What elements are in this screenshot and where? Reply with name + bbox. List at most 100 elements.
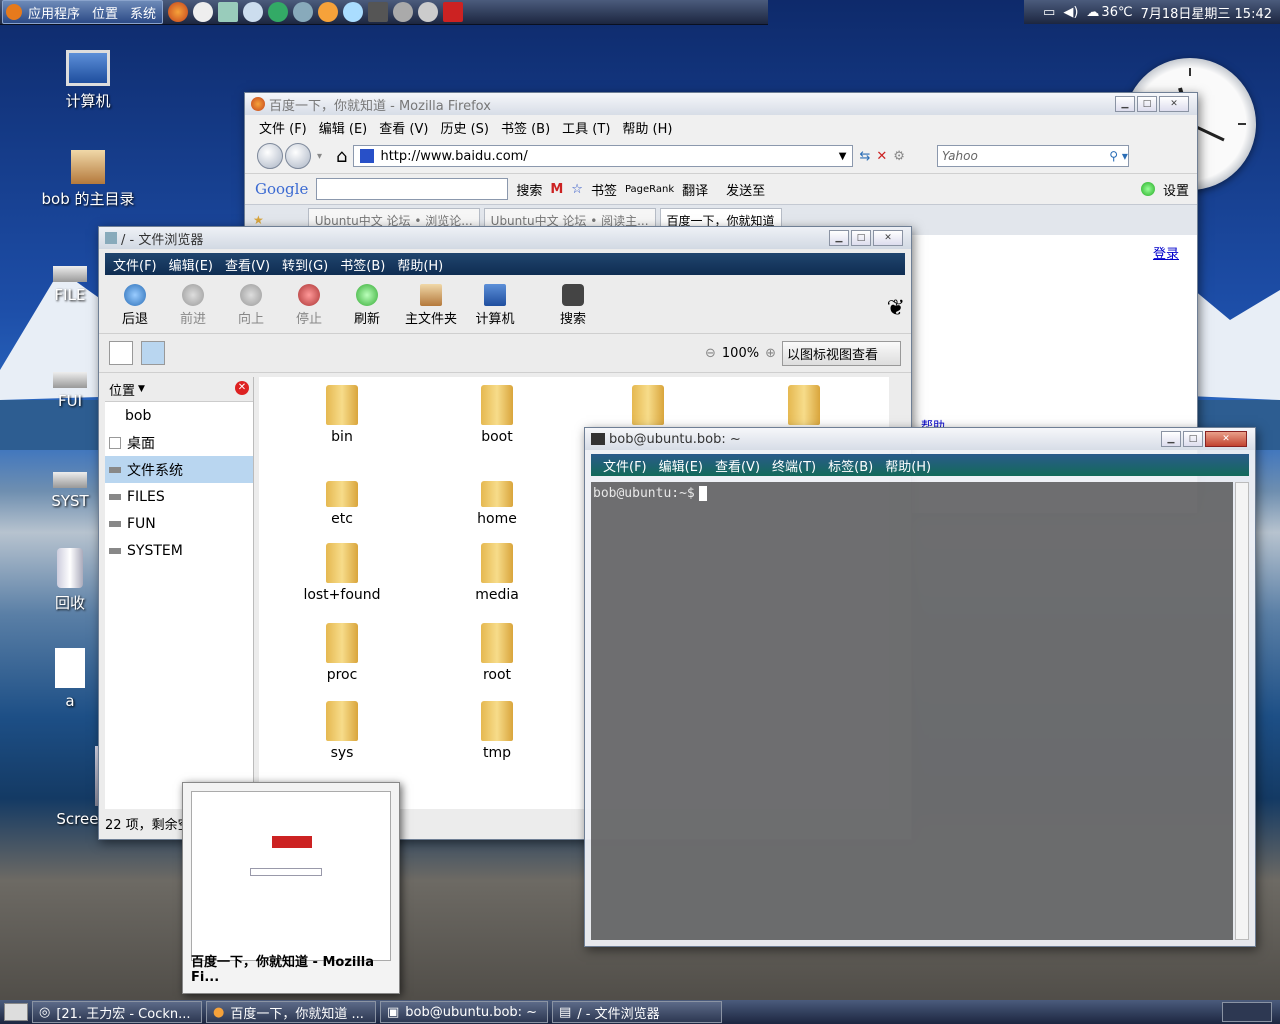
task-terminal[interactable]: ▣ bob@ubuntu.bob: ~ (380, 1001, 548, 1023)
minimize-button[interactable]: ▁ (829, 230, 849, 246)
menu-help[interactable]: 帮助(H) (391, 255, 449, 274)
menu-tools[interactable]: 工具 (T) (556, 118, 616, 137)
folder-item[interactable]: root (442, 623, 552, 683)
google-search-input[interactable] (316, 178, 509, 200)
folder-item[interactable]: proc (287, 623, 397, 683)
menu-history[interactable]: 历史 (S) (434, 118, 495, 137)
back-button[interactable] (257, 143, 283, 169)
folder-item[interactable]: bin (287, 385, 397, 445)
view-mode-select[interactable]: 以图标视图查看 (781, 340, 901, 366)
google-bookmarks-button[interactable]: 书签 (591, 180, 617, 199)
search-button[interactable]: 搜索 (547, 284, 599, 327)
minimize-button[interactable]: ▁ (1115, 96, 1135, 112)
menu-applications[interactable]: 应用程序 (22, 3, 86, 22)
terminal-titlebar[interactable]: bob@ubuntu.bob: ~ ▁ □ ✕ (585, 428, 1255, 450)
menu-file[interactable]: 文件 (F) (253, 118, 313, 137)
computer-button[interactable]: 计算机 (469, 284, 521, 327)
menu-tabs[interactable]: 标签(B) (822, 456, 879, 475)
send-to-button[interactable]: 发送至 (726, 180, 765, 199)
search-box[interactable]: Yahoo ⚲ ▾ (936, 145, 1129, 167)
folder-item[interactable]: etc (287, 481, 397, 527)
close-button[interactable]: ✕ (873, 230, 903, 246)
menu-help[interactable]: 帮助 (H) (616, 118, 678, 137)
keyboard-icon[interactable]: ▭ (1043, 5, 1055, 20)
zoom-level[interactable]: 100% (722, 346, 759, 361)
monitor-launcher-icon[interactable] (218, 2, 239, 22)
home-folder-button[interactable]: 主文件夹 (399, 284, 463, 327)
star-icon[interactable]: ☆ (571, 182, 583, 197)
google-settings-button[interactable]: 设置 (1163, 180, 1189, 199)
sidebar-item-filesystem[interactable]: 文件系统 (105, 456, 253, 483)
folder-item[interactable] (749, 385, 859, 429)
maximize-button[interactable]: □ (851, 230, 871, 246)
menu-places[interactable]: 位置 (86, 3, 124, 22)
edit-location-icon[interactable] (109, 341, 133, 365)
chat-launcher-icon[interactable] (343, 2, 364, 22)
zoom-in-icon[interactable]: ⊕ (765, 346, 776, 361)
forward-button[interactable] (285, 143, 311, 169)
folder-item[interactable]: lost+found (287, 543, 397, 603)
translate-button[interactable]: 翻译 (682, 180, 708, 199)
task-music-player[interactable]: ◎ [21. 王力宏 - Cockn... (32, 1001, 202, 1023)
folder-item[interactable]: sys (287, 701, 397, 761)
tools-launcher-icon[interactable] (393, 2, 414, 22)
network-launcher-icon[interactable] (243, 2, 264, 22)
menu-edit[interactable]: 编辑 (E) (313, 118, 374, 137)
menu-go[interactable]: 转到(G) (276, 255, 334, 274)
task-file-browser[interactable]: ▤ / - 文件浏览器 (552, 1001, 722, 1023)
gmail-icon[interactable]: M (550, 182, 563, 197)
folder-item[interactable]: media (442, 543, 552, 603)
desktop-icon-home[interactable]: bob 的主目录 (38, 150, 138, 209)
terminal-output[interactable]: bob@ubuntu:~$ (591, 482, 1233, 940)
forward-button[interactable]: 前进 (167, 284, 219, 327)
folder-item[interactable] (593, 385, 703, 429)
maximize-button[interactable]: □ (1137, 96, 1157, 112)
folder-item[interactable]: boot (442, 385, 552, 445)
back-button[interactable]: 后退 (109, 284, 161, 327)
file-browser-titlebar[interactable]: / - 文件浏览器 ▁ □ ✕ (99, 227, 911, 249)
path-bar-button[interactable] (141, 341, 165, 365)
menu-help[interactable]: 帮助(H) (879, 456, 937, 475)
desktop-icon-computer[interactable]: 计算机 (38, 50, 138, 111)
zoom-out-icon[interactable]: ⊖ (705, 346, 716, 361)
folder-item[interactable]: home (442, 481, 552, 527)
reload-icon[interactable]: ⇆ (859, 149, 870, 164)
menu-terminal[interactable]: 终端(T) (766, 456, 822, 475)
sidebar-item-files[interactable]: FILES (105, 483, 253, 510)
sidebar-item-system[interactable]: SYSTEM (105, 537, 253, 564)
menu-view[interactable]: 查看 (V) (373, 118, 434, 137)
firefox-titlebar[interactable]: 百度一下，你就知道 - Mozilla Firefox ▁ □ ✕ (245, 93, 1197, 115)
menu-view[interactable]: 查看(V) (219, 255, 276, 274)
desktop-icon-fun[interactable]: FUI (40, 372, 100, 410)
menu-system[interactable]: 系统 (124, 3, 162, 22)
disc-launcher-icon[interactable] (418, 2, 439, 22)
messenger-launcher-icon[interactable] (268, 2, 289, 22)
desktop-icon-a[interactable]: a (40, 648, 100, 710)
google-search-button[interactable]: 搜索 (516, 180, 542, 199)
close-sidebar-icon[interactable]: ✕ (235, 381, 249, 395)
sidebar-item-desktop[interactable]: 桌面 (105, 429, 253, 456)
app-launcher-icon[interactable] (193, 2, 214, 22)
pagerank-indicator[interactable]: PageRank (625, 184, 674, 195)
close-button[interactable]: ✕ (1159, 96, 1189, 112)
desktop-icon-files[interactable]: FILE (40, 266, 100, 304)
volume-icon[interactable]: ◀) (1063, 5, 1078, 20)
firefox-launcher-icon[interactable] (168, 2, 189, 22)
menu-edit[interactable]: 编辑(E) (653, 456, 709, 475)
addon-icon[interactable]: ⚙ (893, 149, 905, 164)
login-link[interactable]: 登录 (1153, 243, 1179, 262)
sidebar-item-fun[interactable]: FUN (105, 510, 253, 537)
task-firefox[interactable]: ● 百度一下，你就知道 ... (206, 1001, 376, 1023)
maximize-button[interactable]: □ (1183, 431, 1203, 447)
close-button[interactable]: ✕ (1205, 431, 1247, 447)
weather-icon[interactable]: ☁ (1086, 5, 1099, 20)
menu-bookmarks[interactable]: 书签 (B) (495, 118, 556, 137)
sidebar-item-bob[interactable]: bob (105, 402, 253, 429)
stop-icon[interactable]: ✕ (876, 149, 887, 164)
folder-item[interactable]: tmp (442, 701, 552, 761)
ruby-launcher-icon[interactable] (443, 2, 464, 22)
window-preview-popup[interactable]: 百度一下，你就知道 - Mozilla Fi... (182, 782, 400, 994)
sidebar-header[interactable]: 位置 ▼ ✕ (105, 377, 253, 402)
desktop-icon-trash[interactable]: 回收 (40, 548, 100, 613)
search-launcher-icon[interactable] (293, 2, 314, 22)
